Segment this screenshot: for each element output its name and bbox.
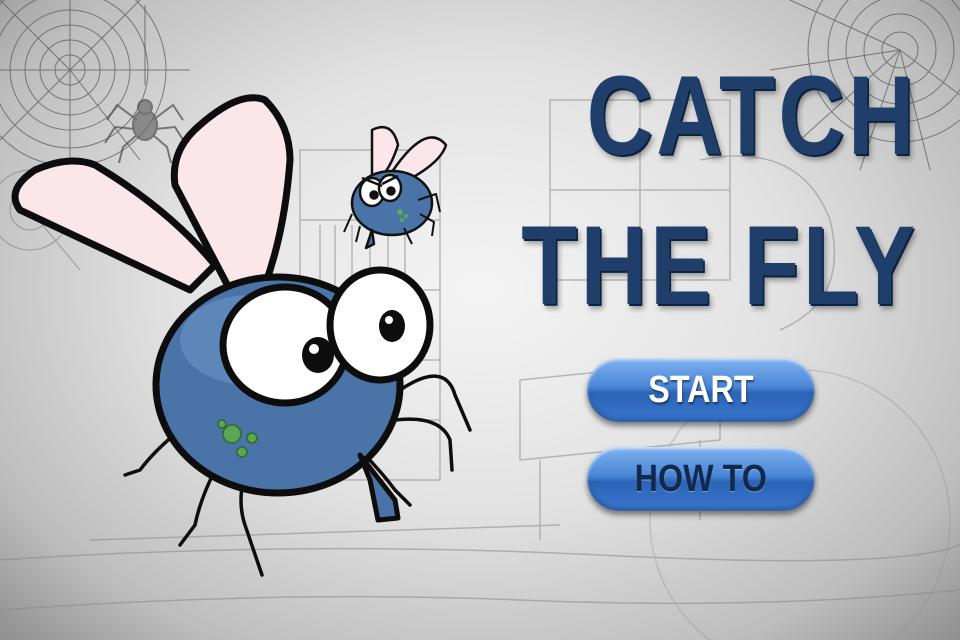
start-button-label: START: [648, 368, 754, 411]
how-to-button[interactable]: HOW TO: [587, 447, 815, 511]
start-button[interactable]: START: [587, 358, 815, 422]
title-screen: CATCH THE FLY START HOW TO: [0, 0, 960, 640]
how-to-button-label: HOW TO: [634, 457, 768, 500]
game-title-line-1: CATCH: [587, 53, 918, 178]
game-title-line-2: THE FLY: [520, 203, 918, 328]
